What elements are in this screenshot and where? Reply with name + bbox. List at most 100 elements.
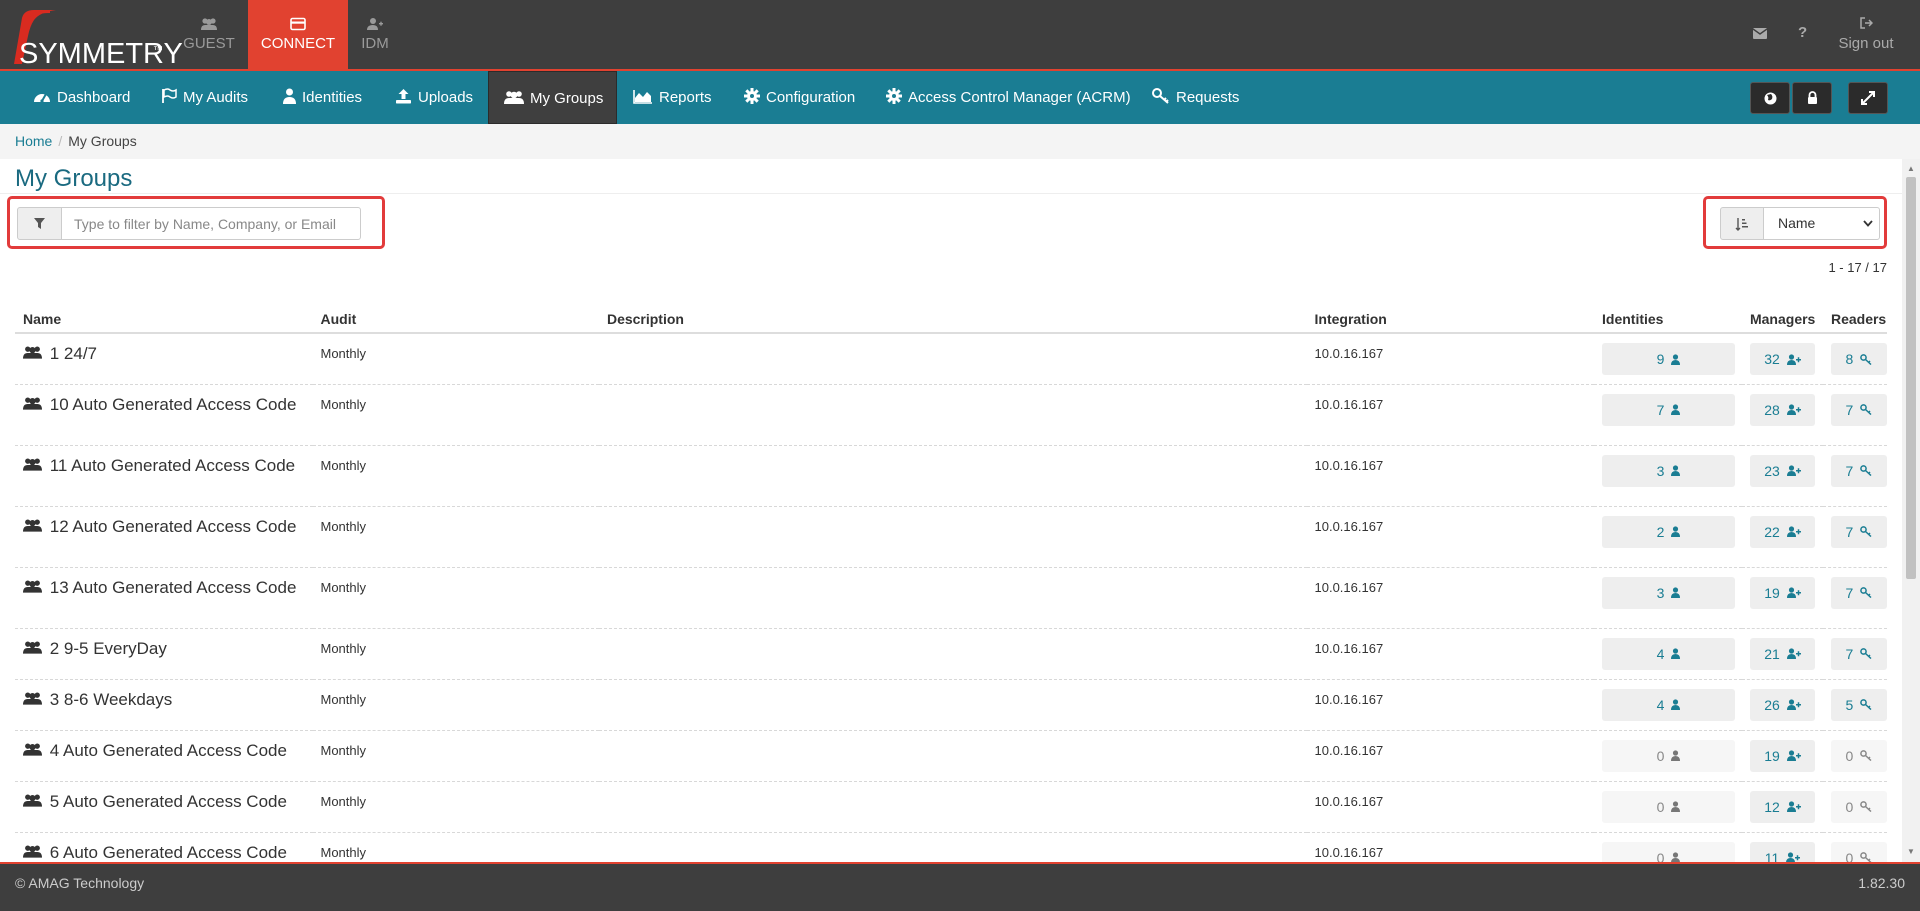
- app-tab-idm[interactable]: IDM: [325, 0, 425, 69]
- managers-count-button[interactable]: 11: [1749, 841, 1815, 862]
- help-icon[interactable]: ?: [1798, 24, 1807, 41]
- cell-identities: 3: [1594, 445, 1742, 507]
- readers-count-button[interactable]: 7: [1830, 454, 1887, 487]
- globe-button[interactable]: [1750, 82, 1790, 114]
- table-row[interactable]: 12 Auto Generated Access Code Monthly 10.0…: [15, 506, 1887, 568]
- audit-frequency: Monthly: [320, 579, 367, 595]
- nav-identities[interactable]: Identities: [283, 71, 362, 124]
- filter-icon: [34, 218, 45, 229]
- table-row[interactable]: 3 8-6 Weekdays Monthly 10.0.16.167 4 26 5: [15, 679, 1887, 731]
- nav-my-groups[interactable]: My Groups: [488, 71, 617, 124]
- table-row[interactable]: 6 Auto Generated Access Code Monthly 10.0.…: [15, 832, 1887, 862]
- nav-requests[interactable]: Requests: [1152, 71, 1239, 124]
- group-icon: [23, 641, 42, 654]
- group-name[interactable]: 10 Auto Generated Access Code: [23, 385, 313, 414]
- cell-integration: 10.0.16.167: [1306, 628, 1595, 680]
- breadcrumb-home[interactable]: Home: [15, 133, 52, 149]
- scroll-down-arrow-icon[interactable]: ▼: [1907, 847, 1915, 856]
- cell-name: 13 Auto Generated Access Code: [15, 567, 313, 629]
- readers-count-button[interactable]: 8: [1830, 343, 1887, 375]
- managers-count: 12: [1764, 798, 1780, 815]
- col-header-integration[interactable]: Integration: [1306, 305, 1595, 334]
- mail-icon[interactable]: [1752, 26, 1768, 43]
- user-plus-icon: [1786, 801, 1801, 812]
- group-name[interactable]: 6 Auto Generated Access Code: [23, 833, 313, 862]
- scroll-up-arrow-icon[interactable]: ▲: [1907, 164, 1915, 173]
- cell-name: 4 Auto Generated Access Code: [15, 730, 313, 782]
- vertical-scrollbar[interactable]: ▲ ▼: [1902, 159, 1920, 862]
- lock-button[interactable]: [1792, 82, 1832, 114]
- table-row[interactable]: 2 9-5 EveryDay Monthly 10.0.16.167 4 21 7: [15, 628, 1887, 680]
- group-icon: [23, 743, 42, 756]
- managers-count-button[interactable]: 23: [1749, 454, 1815, 487]
- identities-count-button[interactable]: 7: [1602, 393, 1736, 426]
- readers-count-button[interactable]: 7: [1830, 637, 1887, 670]
- symmetry-logo[interactable]: SYMMETRY ™: [6, 4, 183, 70]
- app-tab-label: GUEST: [183, 35, 235, 52]
- nav-uploads[interactable]: Uploads: [395, 71, 473, 124]
- readers-count-button[interactable]: 0: [1830, 739, 1887, 772]
- col-header-managers[interactable]: Managers: [1741, 305, 1823, 334]
- table-row[interactable]: 1 24/7 Monthly 10.0.16.167 9 32 8: [15, 333, 1887, 385]
- group-name[interactable]: 13 Auto Generated Access Code: [23, 568, 313, 597]
- nav-configuration[interactable]: Configuration: [744, 71, 855, 124]
- sort-select[interactable]: Name: [1763, 207, 1880, 240]
- readers-count: 5: [1845, 696, 1854, 713]
- group-name[interactable]: 3 8-6 Weekdays: [23, 680, 313, 709]
- identities-count-button[interactable]: 4: [1602, 637, 1736, 670]
- managers-count-button[interactable]: 22: [1749, 515, 1815, 548]
- app-tab-guest[interactable]: GUEST: [159, 0, 259, 69]
- group-name[interactable]: 5 Auto Generated Access Code: [23, 782, 313, 811]
- group-name[interactable]: 12 Auto Generated Access Code: [23, 507, 313, 536]
- nav-dashboard[interactable]: Dashboard: [33, 71, 130, 124]
- readers-count-button[interactable]: 7: [1830, 393, 1887, 426]
- group-name[interactable]: 4 Auto Generated Access Code: [23, 731, 313, 760]
- user-plus-icon: [1786, 526, 1801, 537]
- group-icon: [23, 794, 42, 807]
- nav-acrm[interactable]: Access Control Manager (ACRM): [886, 71, 1131, 124]
- main-content: My Groups Name 1 - 17 / 17 Name Audit De…: [0, 159, 1902, 862]
- cell-audit: Monthly: [312, 832, 599, 862]
- identities-count-button[interactable]: 3: [1602, 576, 1736, 609]
- identities-count-button[interactable]: 0: [1602, 739, 1736, 772]
- identities-count-button[interactable]: 2: [1602, 515, 1736, 548]
- nav-reports[interactable]: Reports: [633, 71, 712, 124]
- sign-out-button[interactable]: Sign out: [1828, 14, 1904, 52]
- managers-count-button[interactable]: 19: [1749, 739, 1815, 772]
- col-header-name[interactable]: Name: [15, 305, 313, 334]
- col-header-description[interactable]: Description: [598, 305, 1307, 334]
- group-name[interactable]: 11 Auto Generated Access Code: [23, 446, 313, 475]
- managers-count-button[interactable]: 21: [1749, 637, 1815, 670]
- readers-count-button[interactable]: 5: [1830, 688, 1887, 721]
- readers-count-button[interactable]: 7: [1830, 576, 1887, 609]
- filter-input[interactable]: [61, 207, 361, 240]
- identities-count-button[interactable]: 4: [1602, 688, 1736, 721]
- identities-count-button[interactable]: 9: [1602, 343, 1736, 375]
- scroll-thumb[interactable]: [1906, 177, 1916, 579]
- managers-count-button[interactable]: 26: [1749, 688, 1815, 721]
- col-header-identities[interactable]: Identities: [1594, 305, 1742, 334]
- readers-count-button[interactable]: 0: [1830, 841, 1887, 862]
- identities-count-button[interactable]: 3: [1602, 454, 1736, 487]
- identities-count-button[interactable]: 0: [1602, 790, 1736, 823]
- table-row[interactable]: 10 Auto Generated Access Code Monthly 10.0…: [15, 384, 1887, 446]
- managers-count-button[interactable]: 19: [1749, 576, 1815, 609]
- identities-count-button[interactable]: 0: [1602, 841, 1736, 862]
- managers-count-button[interactable]: 32: [1749, 343, 1815, 375]
- col-header-readers[interactable]: Readers: [1822, 305, 1887, 334]
- col-header-audit[interactable]: Audit: [312, 305, 599, 334]
- cell-readers: 7: [1822, 567, 1887, 629]
- managers-count-button[interactable]: 28: [1749, 393, 1815, 426]
- table-row[interactable]: 5 Auto Generated Access Code Monthly 10.0.…: [15, 781, 1887, 833]
- nav-my-audits[interactable]: My Audits: [161, 71, 248, 124]
- table-row[interactable]: 13 Auto Generated Access Code Monthly 10.0…: [15, 567, 1887, 629]
- fullscreen-button[interactable]: [1848, 82, 1888, 114]
- readers-count-button[interactable]: 7: [1830, 515, 1887, 548]
- group-name-text: 6 Auto Generated Access Code: [49, 842, 287, 862]
- managers-count-button[interactable]: 12: [1749, 790, 1815, 823]
- group-name[interactable]: 2 9-5 EveryDay: [23, 629, 313, 658]
- group-name[interactable]: 1 24/7: [23, 334, 313, 363]
- table-row[interactable]: 4 Auto Generated Access Code Monthly 10.0.…: [15, 730, 1887, 782]
- table-row[interactable]: 11 Auto Generated Access Code Monthly 10.0…: [15, 445, 1887, 507]
- readers-count-button[interactable]: 0: [1830, 790, 1887, 823]
